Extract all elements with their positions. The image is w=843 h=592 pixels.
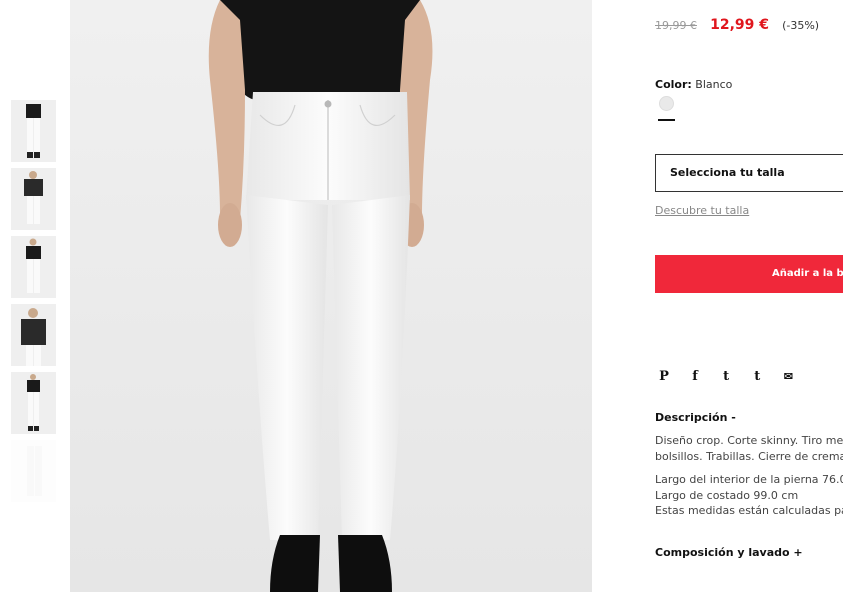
composition-toggle[interactable]: Composición y lavado +	[655, 546, 803, 559]
old-price: 19,99 €	[655, 19, 697, 32]
size-guide-link[interactable]: Descubre tu talla	[655, 204, 749, 217]
description-line: Diseño crop. Corte skinny. Tiro med	[655, 434, 843, 447]
add-to-bag-button[interactable]: Añadir a la b	[655, 255, 843, 293]
color-value: Blanco	[695, 78, 733, 91]
thumbnail-strip	[11, 100, 56, 508]
description-line: Largo del interior de la pierna 76.0 c	[655, 473, 843, 486]
color-swatch-blanco[interactable]	[659, 96, 674, 111]
twitter-icon[interactable]: t	[717, 369, 735, 385]
price-row: 19,99 € 12,99 € (-35%)	[655, 14, 819, 33]
description-line: bolsillos. Trabillas. Cierre de cremall	[655, 450, 843, 463]
thumbnail-1[interactable]	[11, 100, 56, 162]
thumbnail-4[interactable]	[11, 304, 56, 366]
tumblr-icon[interactable]: t	[748, 369, 766, 385]
color-row: Color: Blanco	[655, 78, 732, 91]
swatch-selected-indicator	[658, 119, 675, 121]
current-price: 12,99 €	[710, 17, 769, 33]
thumbnail-6[interactable]	[11, 440, 56, 502]
description-line: Estas medidas están calculadas par	[655, 504, 843, 517]
thumbnail-2[interactable]	[11, 168, 56, 230]
discount-badge: (-35%)	[782, 19, 820, 32]
pinterest-icon[interactable]: P	[655, 369, 673, 385]
size-select[interactable]: Selecciona tu talla	[655, 154, 843, 192]
size-select-label: Selecciona tu talla	[670, 166, 785, 179]
product-info-panel: 19,99 € 12,99 € (-35%) Color: Blanco Sel…	[655, 0, 843, 592]
color-label: Color:	[655, 78, 692, 91]
thumbnail-3[interactable]	[11, 236, 56, 298]
add-to-bag-label: Añadir a la b	[772, 268, 843, 279]
email-icon[interactable]: ✉	[779, 370, 797, 386]
description-toggle[interactable]: Descripción -	[655, 411, 736, 424]
thumbnail-5[interactable]	[11, 372, 56, 434]
main-product-image	[70, 0, 592, 592]
facebook-icon[interactable]: f	[686, 369, 704, 385]
share-row: P f t t ✉	[655, 365, 805, 386]
description-line: Largo de costado 99.0 cm	[655, 489, 799, 502]
